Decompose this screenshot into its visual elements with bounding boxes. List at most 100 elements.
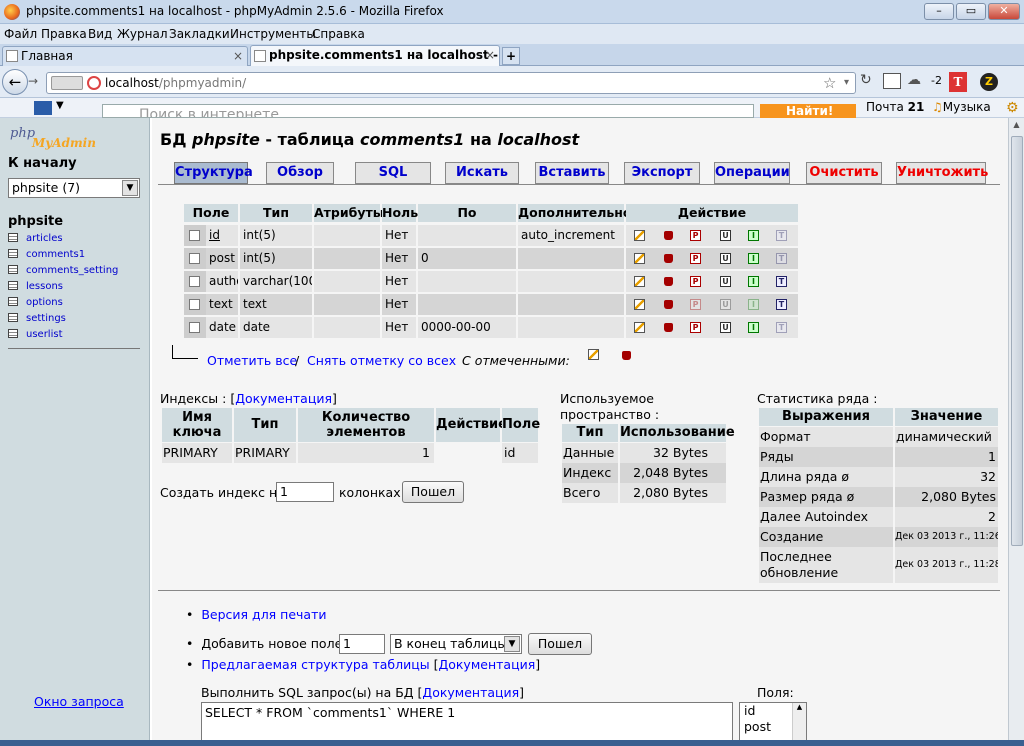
index-columns-input[interactable]: 1 (276, 482, 334, 502)
chevron-down-icon[interactable]: ▼ (504, 636, 520, 652)
row-checkbox[interactable] (189, 253, 200, 264)
propose-structure-link[interactable]: Предлагаемая структура таблицы (201, 657, 429, 672)
music-link[interactable]: ♫Музыка (932, 100, 991, 114)
fulltext-icon[interactable]: T (776, 253, 787, 264)
docs-link[interactable]: Документация (422, 685, 519, 700)
docs-link[interactable]: Документация (438, 657, 535, 672)
index-icon[interactable]: I (748, 299, 759, 310)
print-view-link[interactable]: Версия для печати (201, 607, 326, 622)
page-scrollbar[interactable]: ▲ (1008, 118, 1024, 746)
home-link[interactable]: К началу (8, 156, 77, 171)
add-field-position-select[interactable]: В конец таблицы ▼ (390, 634, 522, 654)
primary-key-icon[interactable]: P (690, 230, 701, 241)
menu-history[interactable]: Журнал (117, 27, 168, 41)
unique-icon[interactable]: U (720, 230, 731, 241)
chevron-down-icon[interactable]: ▼ (56, 100, 64, 111)
sidebar-item-lessons[interactable]: lessons (8, 281, 63, 292)
gear-icon[interactable]: ⚙ (1006, 100, 1019, 116)
edit-icon[interactable] (634, 322, 645, 333)
delete-icon[interactable] (664, 254, 673, 263)
primary-key-icon[interactable]: P (690, 299, 701, 310)
create-index-button[interactable]: Пошел (402, 481, 464, 503)
scroll-up-icon[interactable]: ▲ (1010, 120, 1023, 134)
sidebar-item-settings[interactable]: settings (8, 313, 66, 324)
sidebar-item-userlist[interactable]: userlist (8, 329, 63, 340)
mail-icon[interactable] (883, 73, 901, 89)
tab-search[interactable]: Искать (445, 162, 519, 184)
back-button[interactable]: ← (2, 69, 28, 95)
url-dropdown-icon[interactable]: ▾ (844, 77, 849, 88)
database-select[interactable]: phpsite (7) ▼ (8, 178, 140, 198)
fulltext-icon[interactable]: T (776, 230, 787, 241)
yandex-icon[interactable] (34, 101, 52, 115)
menu-tools[interactable]: Инструменты (230, 27, 316, 41)
scrollbar-thumb[interactable] (1011, 136, 1023, 546)
primary-key-icon[interactable]: P (690, 322, 701, 333)
fulltext-icon[interactable]: T (776, 322, 787, 333)
fulltext-icon[interactable]: T (776, 299, 787, 310)
row-checkbox[interactable] (189, 230, 200, 241)
tab-empty[interactable]: Очистить (806, 162, 882, 184)
tab-export[interactable]: Экспорт (624, 162, 700, 184)
row-checkbox[interactable] (189, 276, 200, 287)
primary-key-icon[interactable]: P (690, 253, 701, 264)
translate-icon[interactable]: T (949, 72, 967, 92)
index-icon[interactable]: I (748, 276, 759, 287)
sidebar-item-comments-setting[interactable]: comments_setting (8, 265, 118, 276)
edit-icon[interactable] (634, 230, 645, 241)
site-identity-icon[interactable] (51, 76, 83, 90)
menu-edit[interactable]: Правка (41, 27, 87, 41)
index-icon[interactable]: I (748, 253, 759, 264)
edit-icon[interactable] (588, 349, 599, 360)
minimize-button[interactable]: – (924, 3, 954, 20)
row-checkbox[interactable] (189, 299, 200, 310)
unique-icon[interactable]: U (720, 276, 731, 287)
add-field-button[interactable]: Пошел (528, 633, 592, 655)
address-bar[interactable]: localhost/phpmyadmin/ ☆ ▾ (46, 72, 856, 94)
delete-icon[interactable] (664, 323, 673, 332)
query-window-link[interactable]: Окно запроса (34, 694, 124, 709)
close-tab-icon[interactable]: × (233, 47, 243, 65)
tab-home[interactable]: Главная × (2, 46, 248, 66)
sidebar-item-options[interactable]: options (8, 297, 63, 308)
unmark-all-link[interactable]: Снять отметку со всех (307, 353, 456, 368)
chevron-down-icon[interactable]: ▼ (122, 180, 138, 196)
unique-icon[interactable]: U (720, 253, 731, 264)
new-tab-button[interactable]: + (502, 47, 520, 65)
edit-icon[interactable] (634, 276, 645, 287)
delete-icon[interactable] (664, 300, 673, 309)
edit-icon[interactable] (634, 299, 645, 310)
tab-structure[interactable]: Структура (174, 162, 253, 184)
cloud-icon[interactable]: ☁ (907, 72, 931, 90)
menu-file[interactable]: Файл (4, 27, 37, 41)
tab-drop[interactable]: Уничтожить (896, 162, 988, 184)
edit-icon[interactable] (634, 253, 645, 264)
bookmark-star-icon[interactable]: ☆ (823, 74, 836, 92)
maximize-button[interactable]: ▭ (956, 3, 986, 20)
menu-bookmarks[interactable]: Закладки (169, 27, 230, 41)
mark-all-link[interactable]: Отметить все (207, 353, 297, 368)
tab-phpmyadmin[interactable]: phpsite.comments1 на localhost - ph... × (250, 45, 500, 67)
tab-operations[interactable]: Операции (714, 162, 790, 184)
delete-icon[interactable] (622, 351, 631, 360)
tab-insert[interactable]: Вставить (535, 162, 609, 184)
tab-sql[interactable]: SQL (355, 162, 431, 184)
row-checkbox[interactable] (189, 322, 200, 333)
database-name[interactable]: phpsite (8, 214, 63, 229)
delete-icon[interactable] (664, 277, 673, 286)
close-tab-icon[interactable]: × (485, 46, 495, 64)
primary-key-icon[interactable]: P (690, 276, 701, 287)
sidebar-item-articles[interactable]: articles (8, 233, 63, 244)
index-icon[interactable]: I (748, 230, 759, 241)
reload-icon[interactable]: ↻ (860, 72, 880, 92)
add-field-count-input[interactable]: 1 (339, 634, 385, 654)
fulltext-icon[interactable]: T (776, 276, 787, 287)
index-icon[interactable]: I (748, 322, 759, 333)
mail-link[interactable]: Почта 21 (866, 100, 924, 114)
myadmin-logo[interactable]: MyAdmin (32, 136, 96, 150)
docs-link[interactable]: Документация (235, 391, 332, 406)
search-input[interactable]: Поиск в интернете (102, 104, 754, 118)
tab-browse[interactable]: Обзор (266, 162, 334, 184)
sidebar-item-comments1[interactable]: comments1 (8, 249, 85, 260)
delete-icon[interactable] (664, 231, 673, 240)
